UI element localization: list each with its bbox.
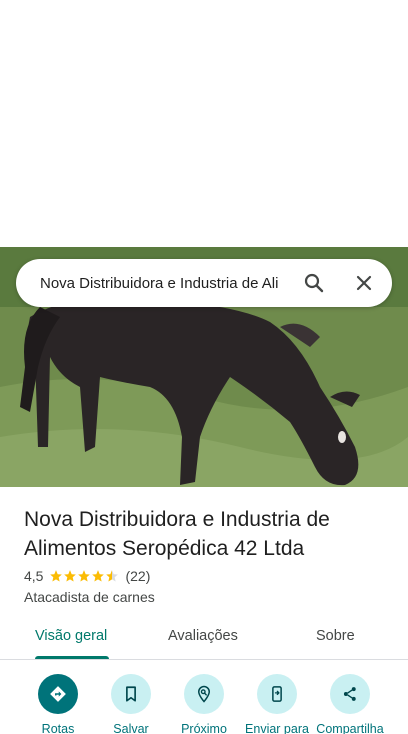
nearby-label: Próximo	[181, 722, 227, 734]
tab-about[interactable]: Sobre	[316, 628, 355, 644]
send-to-phone-button[interactable]: Enviar para	[237, 674, 317, 734]
star-icon	[50, 570, 63, 582]
share-icon	[343, 687, 356, 701]
search-bar[interactable]: Nova Distribuidora e Industria de Ali	[16, 259, 392, 307]
nearby-icon	[197, 685, 211, 703]
tab-active-indicator	[35, 656, 109, 659]
search-icon[interactable]	[302, 271, 326, 295]
rating-row[interactable]: 4,5 (22)	[24, 567, 150, 585]
save-label: Salvar	[113, 722, 149, 734]
share-button[interactable]: Compartilha	[310, 674, 390, 734]
directions-icon	[50, 686, 66, 702]
nearby-button[interactable]: Próximo	[164, 674, 244, 734]
star-half-icon	[106, 570, 119, 582]
tab-reviews[interactable]: Avaliações	[168, 628, 238, 644]
search-input[interactable]: Nova Distribuidora e Industria de Ali	[40, 275, 290, 292]
directions-button[interactable]: Rotas	[18, 674, 98, 734]
star-icon	[78, 570, 91, 582]
star-icon	[64, 570, 77, 582]
send-to-phone-label: Enviar para	[245, 722, 309, 734]
place-title: Nova Distribuidora e Industria de Alimen…	[24, 508, 330, 560]
send-to-phone-icon	[272, 686, 282, 702]
review-count: (22)	[125, 568, 151, 584]
place-category: Atacadista de carnes	[24, 589, 155, 605]
directions-label: Rotas	[41, 722, 75, 734]
star-icon	[92, 570, 105, 582]
tab-bar: Visão geral Avaliações Sobre	[0, 618, 408, 660]
rating-stars	[49, 569, 119, 583]
action-bar: Rotas Salvar Próximo Enviar para Compart…	[0, 674, 408, 734]
close-icon[interactable]	[352, 271, 376, 295]
tab-overview[interactable]: Visão geral	[35, 628, 107, 644]
bookmark-icon	[126, 686, 136, 702]
save-button[interactable]: Salvar	[91, 674, 171, 734]
rating-value: 4,5	[24, 568, 44, 584]
share-label: Compartilha	[316, 722, 384, 734]
